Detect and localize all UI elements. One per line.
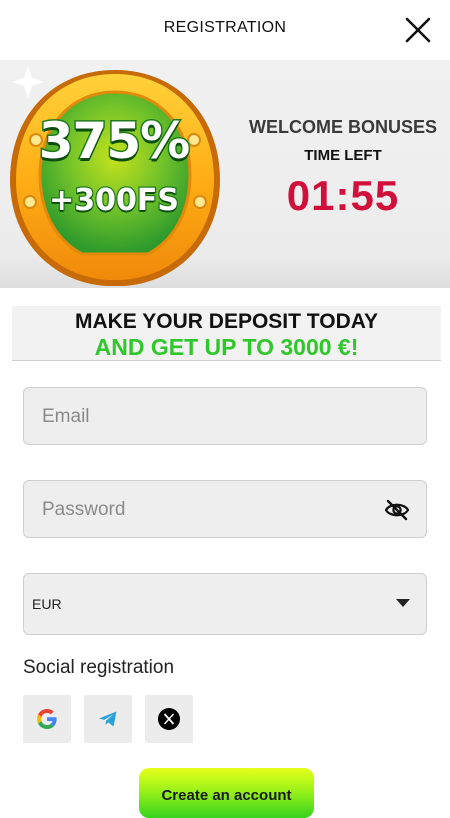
bonus-banner: 375% +300FS WELCOME BONUSES TIME LEFT 01…	[0, 60, 450, 288]
countdown-timer: 01:55	[286, 172, 400, 219]
email-input[interactable]	[40, 388, 384, 446]
social-registration-label: Social registration	[23, 657, 175, 678]
offer-line-1: MAKE YOUR DEPOSIT TODAY	[74, 310, 378, 333]
horseshoe-icon	[10, 66, 220, 286]
close-icon[interactable]	[400, 12, 436, 48]
toggle-password-visibility-button[interactable]	[384, 498, 410, 522]
email-field[interactable]	[23, 387, 427, 446]
close-button[interactable]	[400, 12, 436, 48]
promo-free-spins: +300FS	[48, 182, 180, 219]
google-icon	[37, 709, 57, 729]
header: REGISTRATION	[0, 0, 450, 60]
promo-percent: 375%	[37, 112, 191, 170]
chevron-down-icon[interactable]	[395, 598, 411, 608]
deposit-offer: MAKE YOUR DEPOSIT TODAY AND GET UP TO 30…	[12, 306, 441, 361]
password-field[interactable]	[23, 480, 427, 539]
page-title: REGISTRATION	[163, 19, 287, 36]
eye-off-icon[interactable]	[384, 498, 410, 522]
offer-line-2: AND GET UP TO 3000 €!	[94, 334, 359, 360]
password-input[interactable]	[40, 481, 384, 539]
x-icon	[158, 708, 180, 730]
telegram-icon	[99, 711, 117, 727]
create-account-label: Create an account	[161, 787, 292, 804]
currency-select[interactable]: EUR	[23, 573, 427, 635]
x-login-button[interactable]	[145, 695, 193, 743]
time-left-label: TIME LEFT	[304, 147, 382, 164]
google-login-button[interactable]	[23, 695, 71, 743]
currency-value: EUR	[32, 596, 62, 612]
create-account-button[interactable]: Create an account	[139, 768, 314, 818]
welcome-bonuses-title: WELCOME BONUSES	[248, 117, 437, 137]
telegram-login-button[interactable]	[84, 695, 132, 743]
